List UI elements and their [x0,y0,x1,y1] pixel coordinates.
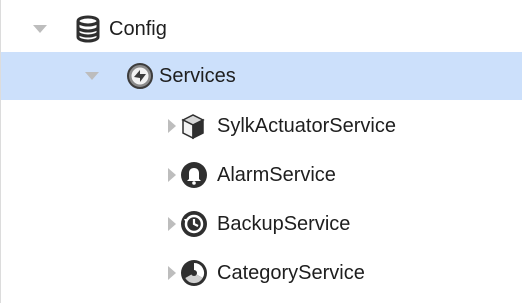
tree-item-sylkactuatorservice[interactable]: SylkActuatorService [1,102,522,150]
chevron-right-icon[interactable] [163,215,181,233]
tree-item-label: Config [109,18,167,40]
nav-tree: Config Services SylkActuatorService Alar… [0,0,522,303]
category-icon [181,260,207,286]
cube-icon [181,114,205,140]
tree-item-label: AlarmService [217,164,336,186]
tree-item-alarmservice[interactable]: AlarmService [1,151,522,199]
tree-item-label: BackupService [217,213,351,235]
backup-icon [181,211,207,237]
chevron-down-icon[interactable] [31,20,49,38]
tree-item-services[interactable]: Services [1,52,522,100]
services-icon [127,63,153,89]
tree-item-label: CategoryService [217,262,365,284]
tree-item-label: Services [159,65,236,87]
chevron-right-icon[interactable] [163,166,181,184]
chevron-down-icon[interactable] [83,67,101,85]
tree-item-label: SylkActuatorService [217,115,396,137]
database-icon [76,15,100,43]
bell-icon [181,162,207,188]
tree-item-config[interactable]: Config [1,5,522,53]
tree-item-backupservice[interactable]: BackupService [1,200,522,248]
chevron-right-icon[interactable] [163,264,181,282]
tree-item-categoryservice[interactable]: CategoryService [1,249,522,297]
